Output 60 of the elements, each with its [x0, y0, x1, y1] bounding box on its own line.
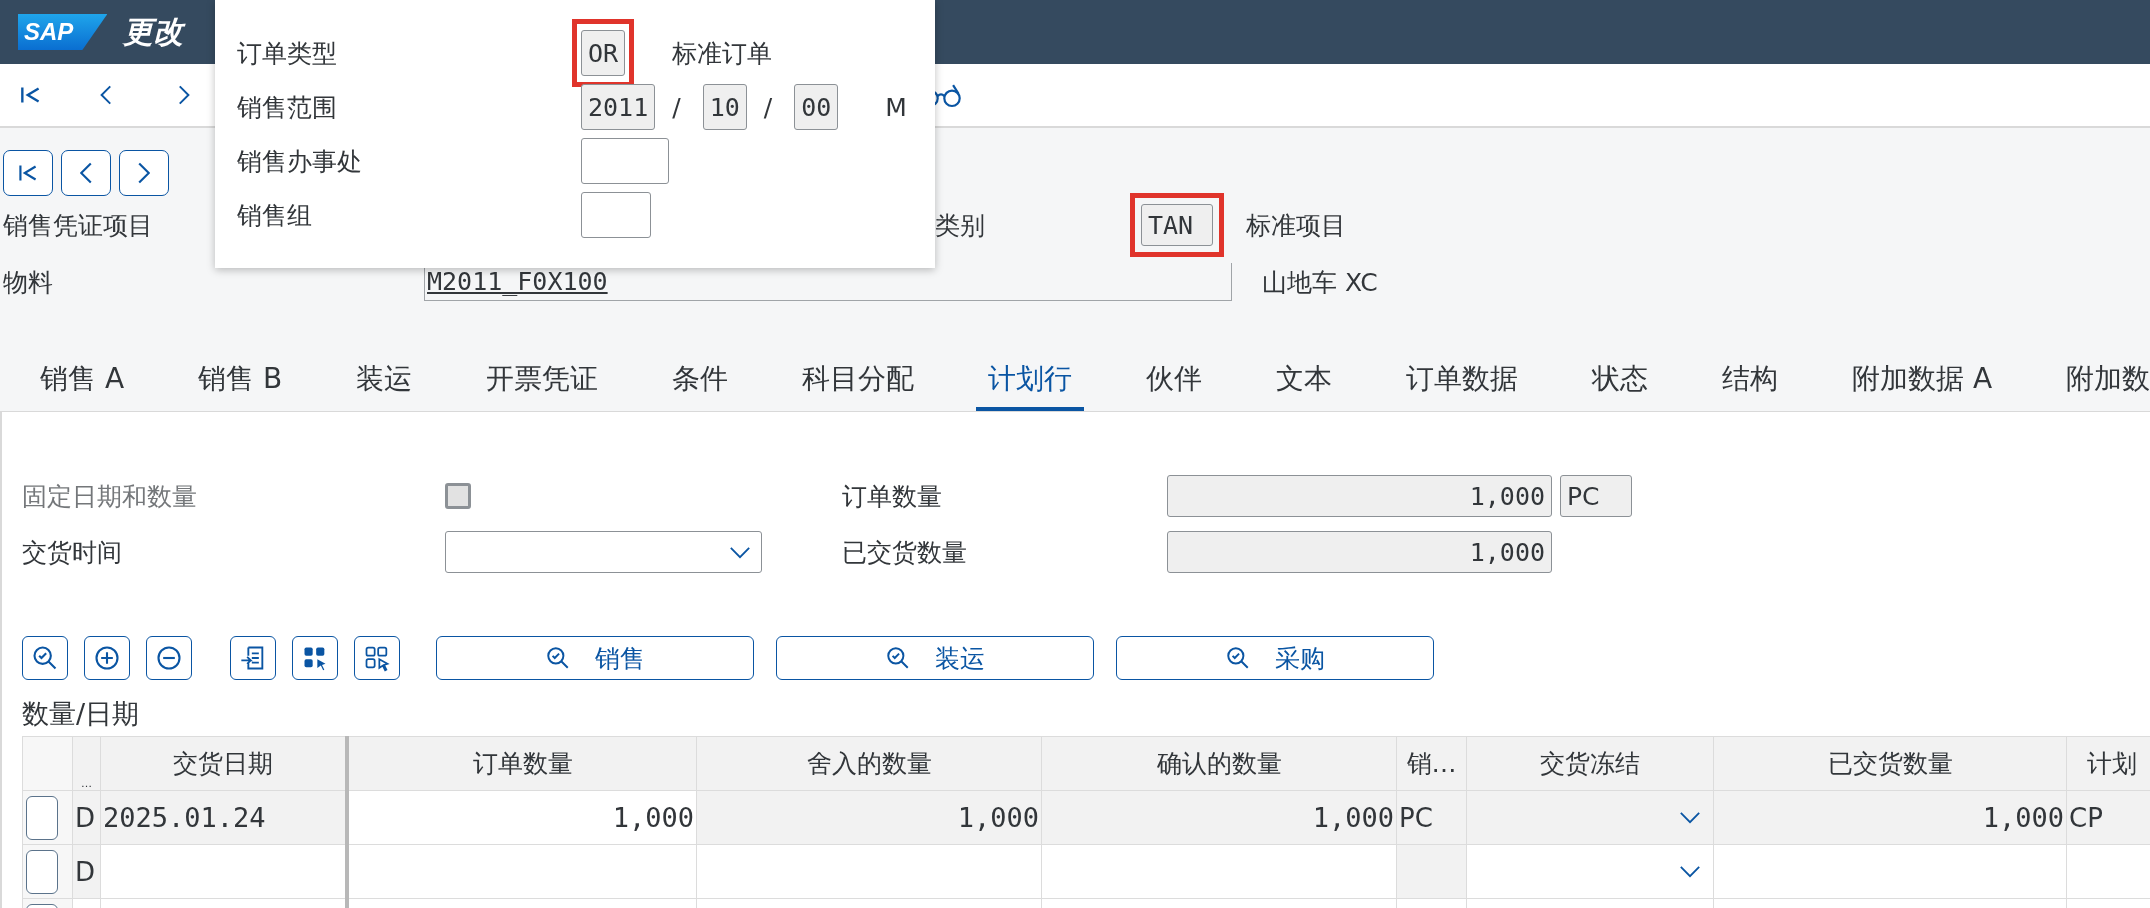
category-field[interactable]: TAN: [1141, 204, 1213, 246]
table-cell: 1,000: [696, 790, 1042, 845]
order-quantity-label: 订单数量: [842, 480, 943, 513]
column-header[interactable]: 确认的数量: [1041, 736, 1397, 791]
unit-field: PC: [1560, 475, 1632, 517]
sap-logo: SAP: [18, 14, 108, 50]
tab[interactable]: 科目分配: [790, 350, 927, 411]
filter-button[interactable]: 装运: [776, 636, 1094, 680]
tab[interactable]: 附加数: [2054, 350, 2150, 411]
tab[interactable]: 装运: [344, 350, 425, 411]
page-title: 更改: [123, 12, 184, 51]
fixed-date-label: 固定日期和数量: [22, 480, 198, 513]
column-header[interactable]: 交货日期: [100, 736, 347, 791]
tab[interactable]: 状态: [1580, 350, 1661, 411]
filter-button[interactable]: 采购: [1116, 636, 1434, 680]
table-cell: 2025.01.24: [100, 790, 347, 845]
column-header[interactable]: 舍入的数量: [696, 736, 1042, 791]
table-cell: 1,000: [1041, 790, 1397, 845]
delivered-quantity-label: 已交货数量: [842, 536, 968, 569]
item-label: 销售凭证项目: [3, 210, 153, 240]
tab[interactable]: 销售 B: [186, 350, 295, 411]
popup-label: 销售范围: [236, 91, 338, 124]
tab[interactable]: 销售 A: [28, 350, 137, 411]
popup-label: 销售办事处: [236, 145, 363, 178]
popup-field[interactable]: 10: [702, 84, 747, 130]
table-cell: 1,000: [1713, 790, 2067, 845]
filter-button[interactable]: 销售: [436, 636, 754, 680]
column-header[interactable]: 已交货数量: [1713, 736, 2067, 791]
popup-text: M: [885, 92, 907, 122]
material-label: 物料: [2, 266, 54, 299]
table-cell: CP: [2066, 790, 2150, 845]
tab[interactable]: 条件: [660, 350, 741, 411]
order-quantity-field: 1,000: [1167, 475, 1552, 517]
tab[interactable]: 开票凭证: [474, 350, 611, 411]
tab[interactable]: 订单数据: [1394, 350, 1531, 411]
table-title: 数量/日期: [22, 697, 141, 731]
separator-text: /: [672, 92, 681, 122]
tab[interactable]: 附加数据 A: [1840, 350, 2005, 411]
tab[interactable]: 文本: [1264, 350, 1345, 411]
column-header[interactable]: 订单数量: [347, 736, 697, 791]
popup-label: 销售组: [236, 199, 313, 232]
category-text: 标准项目: [1246, 209, 1346, 242]
delivered-quantity-field: 1,000: [1167, 531, 1552, 573]
tab[interactable]: 伙伴: [1134, 350, 1215, 411]
table-cell: 1,000: [347, 790, 697, 845]
popup-field[interactable]: 2011: [581, 84, 656, 130]
popup-field[interactable]: 00: [794, 84, 839, 130]
category-label: 类别: [935, 209, 986, 242]
tab[interactable]: 结构: [1710, 350, 1791, 411]
column-header[interactable]: 交货冻结: [1466, 736, 1714, 791]
material-text: 山地车 XC: [1262, 266, 1378, 299]
delivery-time-label: 交货时间: [22, 536, 123, 569]
separator-text: /: [763, 92, 773, 122]
column-header[interactable]: 销…: [1396, 736, 1467, 791]
column-header[interactable]: 计划: [2066, 736, 2150, 791]
popup-text: 标准订单: [672, 37, 773, 70]
table-cell: PC: [1396, 790, 1467, 845]
popup-field[interactable]: OR: [581, 30, 626, 76]
column-header[interactable]: …: [72, 736, 101, 791]
popup-label: 订单类型: [236, 37, 338, 70]
